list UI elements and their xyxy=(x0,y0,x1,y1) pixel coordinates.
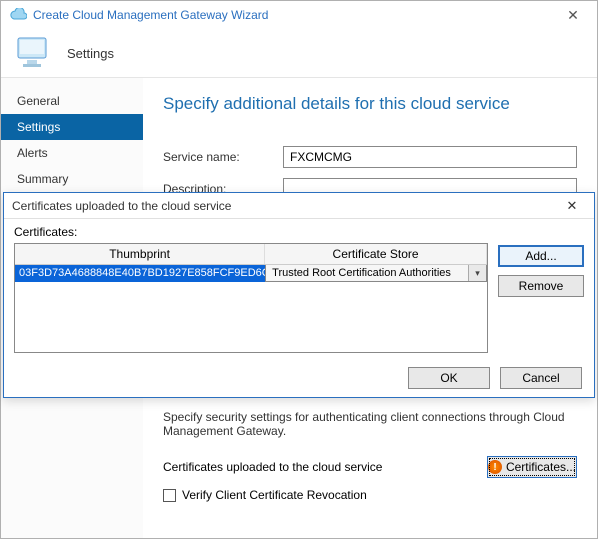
verify-revocation-label: Verify Client Certificate Revocation xyxy=(182,488,367,502)
ok-button[interactable]: OK xyxy=(408,367,490,389)
wizard-banner: Settings xyxy=(1,29,597,77)
sidebar-item-general[interactable]: General xyxy=(1,88,143,114)
warning-icon: ! xyxy=(488,460,502,474)
dialog-titlebar: Certificates uploaded to the cloud servi… xyxy=(4,193,594,219)
add-button[interactable]: Add... xyxy=(498,245,584,267)
dialog-title: Certificates uploaded to the cloud servi… xyxy=(12,199,231,213)
cell-store-dropdown[interactable]: Trusted Root Certification Authorities ▾ xyxy=(265,265,487,282)
service-name-input[interactable] xyxy=(283,146,577,168)
certificates-button[interactable]: ! Certificates... xyxy=(487,456,577,478)
cloud-icon xyxy=(9,8,27,22)
wizard-title: Create Cloud Management Gateway Wizard xyxy=(33,8,268,22)
close-icon: ✕ xyxy=(567,7,579,24)
security-note: Specify security settings for authentica… xyxy=(163,410,577,438)
store-selected-value: Trusted Root Certification Authorities xyxy=(266,265,468,281)
dialog-footer: OK Cancel xyxy=(4,359,594,397)
cancel-button[interactable]: Cancel xyxy=(500,367,582,389)
computer-icon xyxy=(15,35,55,71)
certificates-button-label: Certificates... xyxy=(506,460,576,474)
dialog-side-buttons: Add... Remove xyxy=(498,225,584,353)
service-name-label: Service name: xyxy=(163,150,283,164)
chevron-down-icon[interactable]: ▾ xyxy=(468,265,486,281)
verify-revocation-checkbox[interactable] xyxy=(163,489,176,502)
sidebar-item-alerts[interactable]: Alerts xyxy=(1,140,143,166)
banner-title: Settings xyxy=(67,46,114,61)
sidebar-item-summary[interactable]: Summary xyxy=(1,166,143,192)
cell-thumbprint: 03F3D73A4688848E40B7BD1927E858FCF9ED6C10 xyxy=(15,265,265,282)
column-store[interactable]: Certificate Store xyxy=(265,244,487,264)
table-header: Thumbprint Certificate Store xyxy=(15,244,487,265)
page-heading: Specify additional details for this clou… xyxy=(163,94,577,114)
certificates-list-label: Certificates: xyxy=(14,225,488,239)
certificates-dialog: Certificates uploaded to the cloud servi… xyxy=(3,192,595,398)
column-thumbprint[interactable]: Thumbprint xyxy=(15,244,265,264)
certificates-row: Certificates uploaded to the cloud servi… xyxy=(163,456,577,478)
sidebar-item-settings[interactable]: Settings xyxy=(1,114,143,140)
wizard-close-button[interactable]: ✕ xyxy=(557,5,589,25)
verify-revocation-row: Verify Client Certificate Revocation xyxy=(163,488,577,502)
dialog-left-panel: Certificates: Thumbprint Certificate Sto… xyxy=(14,225,488,353)
dialog-body: Certificates: Thumbprint Certificate Sto… xyxy=(4,219,594,359)
dialog-close-button[interactable]: ✕ xyxy=(558,197,586,215)
certificates-table: Thumbprint Certificate Store 03F3D73A468… xyxy=(14,243,488,353)
wizard-titlebar: Create Cloud Management Gateway Wizard ✕ xyxy=(1,1,597,29)
remove-button[interactable]: Remove xyxy=(498,275,584,297)
close-icon: ✕ xyxy=(567,198,578,214)
certificates-uploaded-label: Certificates uploaded to the cloud servi… xyxy=(163,460,487,474)
table-row[interactable]: 03F3D73A4688848E40B7BD1927E858FCF9ED6C10… xyxy=(15,265,487,282)
service-name-row: Service name: xyxy=(163,146,577,168)
